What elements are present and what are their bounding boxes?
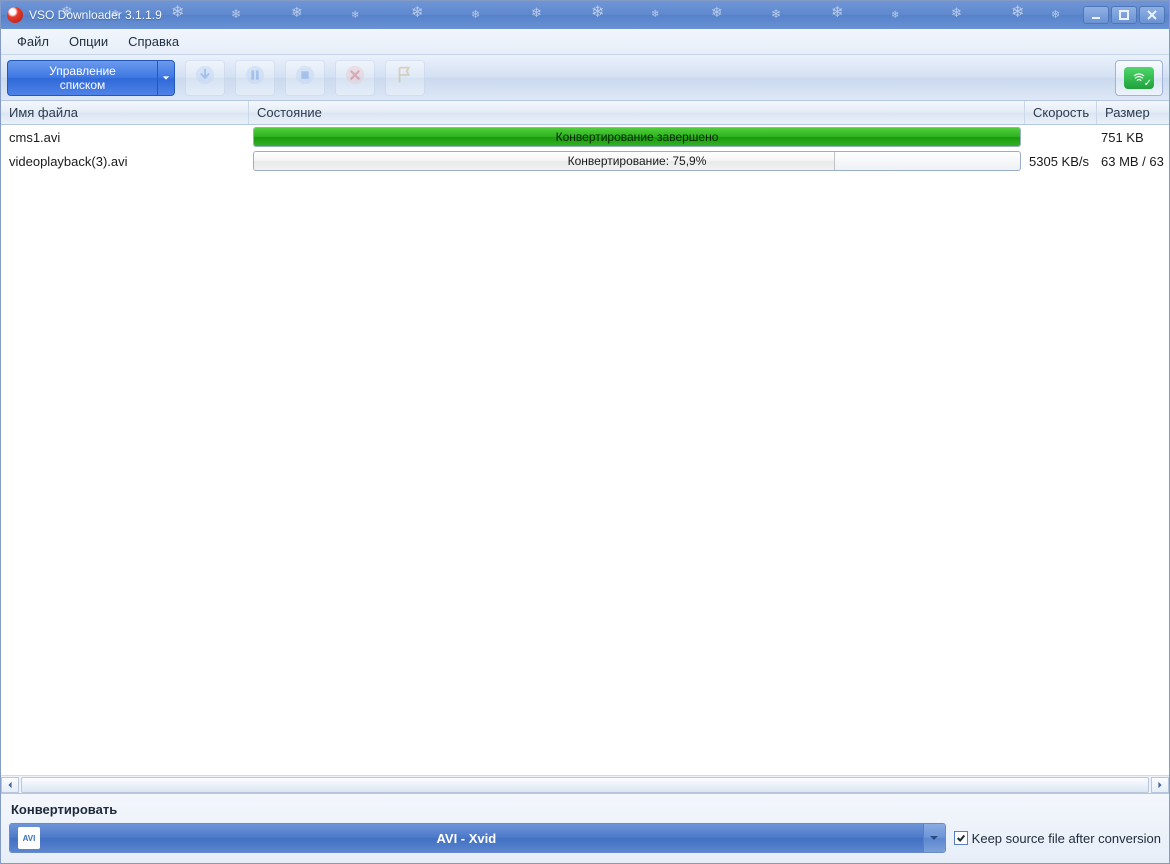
table-row[interactable]: cms1.avi Конвертирование завершено 751 K… (1, 125, 1169, 149)
pause-icon (244, 64, 266, 91)
delete-button[interactable] (335, 60, 375, 96)
minimize-button[interactable] (1083, 6, 1109, 24)
format-dropdown-arrow[interactable] (923, 824, 945, 852)
download-button[interactable] (185, 60, 225, 96)
cell-size: 751 KB (1097, 130, 1169, 145)
menu-file[interactable]: Файл (7, 30, 59, 53)
download-arrow-icon (194, 64, 216, 91)
column-state[interactable]: Состояние (249, 101, 1025, 124)
list-management-dropdown[interactable] (157, 60, 175, 96)
snow-deco: ❄❄ ❄❄ ❄❄ ❄❄ ❄❄ ❄❄ ❄❄ ❄❄ ❄❄ (1, 1, 1169, 29)
stop-icon (294, 64, 316, 91)
toolbar: Управление списком (1, 55, 1169, 101)
column-speed[interactable]: Скорость (1025, 101, 1097, 124)
delete-icon (344, 64, 366, 91)
cell-filename: videoplayback(3).avi (1, 154, 249, 169)
progress-label: Конвертирование завершено (254, 128, 1020, 146)
cell-size: 63 MB / 63 (1097, 154, 1169, 169)
keep-source-checkbox[interactable]: Keep source file after conversion (954, 831, 1161, 846)
menu-options[interactable]: Опции (59, 30, 118, 53)
column-filename[interactable]: Имя файла (1, 101, 249, 124)
list-management-main[interactable]: Управление списком (7, 60, 157, 96)
format-label: AVI - Xvid (10, 831, 923, 846)
convert-panel: Конвертировать AVI AVI - Xvid Keep sourc… (1, 793, 1169, 863)
maximize-button[interactable] (1111, 6, 1137, 24)
app-window: ❄❄ ❄❄ ❄❄ ❄❄ ❄❄ ❄❄ ❄❄ ❄❄ ❄❄ VSO Downloade… (0, 0, 1170, 864)
checkbox-icon (954, 831, 968, 845)
cell-filename: cms1.avi (1, 130, 249, 145)
scroll-thumb[interactable] (22, 778, 1148, 792)
table-row[interactable]: videoplayback(3).avi Конвертирование: 75… (1, 149, 1169, 173)
download-list: cms1.avi Конвертирование завершено 751 K… (1, 125, 1169, 775)
column-size[interactable]: Размер (1097, 101, 1169, 124)
flag-icon (394, 64, 416, 91)
progress-label: Конвертирование: 75,9% (254, 152, 1020, 170)
flag-button[interactable] (385, 60, 425, 96)
horizontal-scrollbar[interactable] (1, 775, 1169, 793)
convert-panel-title: Конвертировать (9, 798, 1161, 823)
app-icon (7, 7, 23, 23)
close-button[interactable] (1139, 6, 1165, 24)
scroll-left-button[interactable] (1, 777, 19, 793)
menu-help[interactable]: Справка (118, 30, 189, 53)
title-bar[interactable]: ❄❄ ❄❄ ❄❄ ❄❄ ❄❄ ❄❄ ❄❄ ❄❄ ❄❄ VSO Downloade… (1, 1, 1169, 29)
list-management-split-button[interactable]: Управление списком (7, 60, 175, 96)
cell-state: Конвертирование: 75,9% (249, 151, 1025, 171)
output-format-select[interactable]: AVI AVI - Xvid (9, 823, 946, 853)
pause-button[interactable] (235, 60, 275, 96)
scroll-right-button[interactable] (1151, 777, 1169, 793)
scroll-track[interactable] (21, 777, 1149, 793)
cell-speed: 5305 KB/s (1025, 154, 1097, 169)
stop-button[interactable] (285, 60, 325, 96)
window-title: VSO Downloader 3.1.1.9 (29, 8, 162, 22)
menu-bar: Файл Опции Справка (1, 29, 1169, 55)
progress-bar: Конвертирование: 75,9% (253, 151, 1021, 171)
keep-source-label: Keep source file after conversion (972, 831, 1161, 846)
table-header: Имя файла Состояние Скорость Размер (1, 101, 1169, 125)
capture-toggle-icon (1124, 67, 1154, 89)
cell-state: Конвертирование завершено (249, 127, 1025, 147)
capture-toggle-button[interactable] (1115, 60, 1163, 96)
progress-bar: Конвертирование завершено (253, 127, 1021, 147)
